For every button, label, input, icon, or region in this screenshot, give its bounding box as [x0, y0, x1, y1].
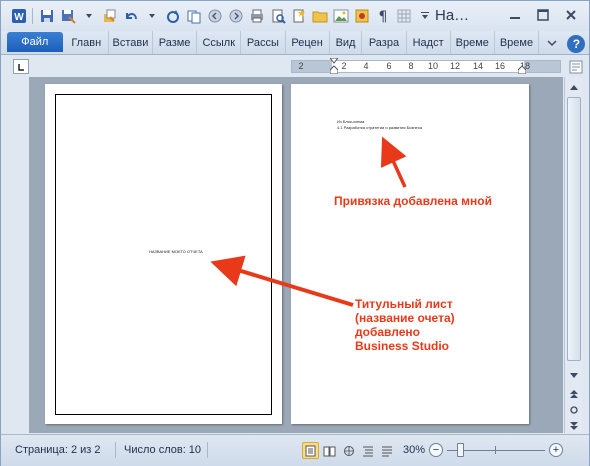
- scroll-down-icon[interactable]: [567, 369, 581, 383]
- tab-page-layout[interactable]: Разме: [153, 31, 198, 54]
- vertical-scrollbar[interactable]: [564, 77, 582, 433]
- annotation-line: Business Studio: [355, 339, 450, 353]
- page-2[interactable]: Из Блок-схема 4.1 Разработка стратегии и…: [291, 84, 529, 424]
- tab-home[interactable]: Главн: [65, 31, 109, 54]
- previous-page-icon[interactable]: [567, 387, 581, 401]
- title-page-annotation: Титульный лист (название очета) добавлен…: [355, 297, 455, 353]
- copy-icon[interactable]: [184, 7, 203, 26]
- photo-icon[interactable]: [352, 7, 371, 26]
- web-layout-icon[interactable]: [340, 442, 357, 459]
- separator: [115, 442, 116, 458]
- zoom-out-button[interactable]: −: [429, 443, 443, 457]
- annotation-line: добавлено: [355, 325, 420, 339]
- tab-insert[interactable]: Встави: [109, 31, 153, 54]
- vertical-ruler-area: [1, 77, 29, 433]
- tab-time-2[interactable]: Време: [495, 31, 540, 54]
- save-icon[interactable]: [37, 7, 56, 26]
- zoom-level[interactable]: 30%: [403, 444, 425, 456]
- next-page-icon[interactable]: [567, 419, 581, 433]
- nav-forward-icon[interactable]: [226, 7, 245, 26]
- separator: [207, 442, 208, 458]
- tab-time-1[interactable]: Време: [451, 31, 495, 54]
- minimize-button[interactable]: [501, 4, 529, 26]
- page-count[interactable]: Страница: 2 из 2: [15, 444, 101, 456]
- word-window: W ¶ На… Файл Главн Встави Разме Ссылк Ра…: [0, 0, 590, 466]
- help-icon[interactable]: ?: [564, 31, 589, 54]
- scrollbar-thumb[interactable]: [567, 97, 581, 361]
- ruler-number: 2: [341, 61, 347, 71]
- view-ruler-icon[interactable]: [567, 58, 584, 75]
- full-screen-reading-icon[interactable]: [321, 442, 338, 459]
- dropdown-icon[interactable]: [79, 7, 98, 26]
- scroll-up-icon[interactable]: [567, 80, 581, 94]
- right-indent-marker[interactable]: [518, 58, 526, 74]
- document-area[interactable]: НАЗВАНИЕ МОЕГО ОТЧЕТА Из Блок-схема 4.1 …: [29, 77, 563, 433]
- open-icon[interactable]: [100, 7, 119, 26]
- save-as-icon[interactable]: [58, 7, 77, 26]
- close-button[interactable]: [557, 4, 585, 26]
- binding-annotation: Привязка добавлена мной: [334, 194, 493, 208]
- ruler-number: 4: [363, 61, 369, 71]
- redo-icon[interactable]: [163, 7, 182, 26]
- undo-icon[interactable]: [121, 7, 140, 26]
- table-grid-icon[interactable]: [394, 7, 413, 26]
- zoom-slider-thumb[interactable]: [457, 443, 464, 457]
- page-1[interactable]: НАЗВАНИЕ МОЕГО ОТЧЕТА: [45, 84, 282, 424]
- tab-review[interactable]: Рецен: [286, 31, 330, 54]
- print-layout-icon[interactable]: [302, 442, 319, 459]
- ruler-row: 2 2 4 6 8 10 12 14 16 18: [1, 56, 589, 76]
- picture-icon[interactable]: [331, 7, 350, 26]
- tab-add-ins[interactable]: Надст: [407, 31, 451, 54]
- annotation-line: Титульный лист: [355, 297, 453, 311]
- ruler-number: 6: [386, 61, 392, 71]
- window-title: На…: [435, 7, 470, 24]
- title-page-text: НАЗВАНИЕ МОЕГО ОТЧЕТА: [149, 249, 203, 254]
- annotation-line: (название очета): [355, 311, 455, 325]
- print-icon[interactable]: [247, 7, 266, 26]
- folder-icon[interactable]: [310, 7, 329, 26]
- ribbon-tabs: Файл Главн Встави Разме Ссылк Рассы Реце…: [1, 31, 589, 55]
- new-document-icon[interactable]: [289, 7, 308, 26]
- customize-toolbar-icon[interactable]: [415, 7, 434, 26]
- tab-developer[interactable]: Разра: [362, 31, 407, 54]
- ruler-number: 2: [298, 61, 304, 71]
- ruler-number: 12: [449, 61, 460, 71]
- word-count[interactable]: Число слов: 10: [124, 444, 201, 456]
- tab-view[interactable]: Вид: [330, 31, 363, 54]
- zoom-in-button[interactable]: +: [549, 443, 563, 457]
- paragraph-mark-icon[interactable]: ¶: [373, 7, 392, 26]
- status-bar: Страница: 2 из 2 Число слов: 10 30% − +: [1, 434, 589, 466]
- select-browse-object-icon[interactable]: [567, 403, 581, 417]
- draft-view-icon[interactable]: [378, 442, 395, 459]
- tab-mailings[interactable]: Рассы: [241, 31, 286, 54]
- nav-back-icon[interactable]: [205, 7, 224, 26]
- separator: [32, 8, 33, 24]
- outline-view-icon[interactable]: [359, 442, 376, 459]
- horizontal-ruler[interactable]: 2 2 4 6 8 10 12 14 16 18: [291, 58, 561, 74]
- word-app-icon[interactable]: W: [9, 7, 28, 26]
- collapse-ribbon-icon[interactable]: [539, 31, 564, 54]
- maximize-button[interactable]: [529, 4, 557, 26]
- tab-stop-selector[interactable]: [13, 59, 29, 74]
- ruler-number: 10: [427, 61, 438, 71]
- section-heading-text: 4.1 Разработка стратегии и развития Бизн…: [337, 125, 422, 130]
- dropdown-icon[interactable]: [142, 7, 161, 26]
- svg-text:¶: ¶: [378, 9, 387, 24]
- ruler-number: 14: [472, 61, 483, 71]
- first-line-indent-marker[interactable]: [330, 58, 338, 74]
- diagram-link-text: Из Блок-схема: [337, 119, 365, 124]
- svg-text:W: W: [14, 12, 24, 23]
- tab-references[interactable]: Ссылк: [197, 31, 242, 54]
- tab-file[interactable]: Файл: [7, 32, 63, 52]
- zoom-slider-center-mark: [495, 446, 496, 454]
- print-preview-icon[interactable]: [268, 7, 287, 26]
- ruler-number: 8: [408, 61, 414, 71]
- title-bar: W ¶ На…: [1, 1, 589, 31]
- ruler-number: 16: [494, 61, 505, 71]
- page-border: [55, 94, 272, 415]
